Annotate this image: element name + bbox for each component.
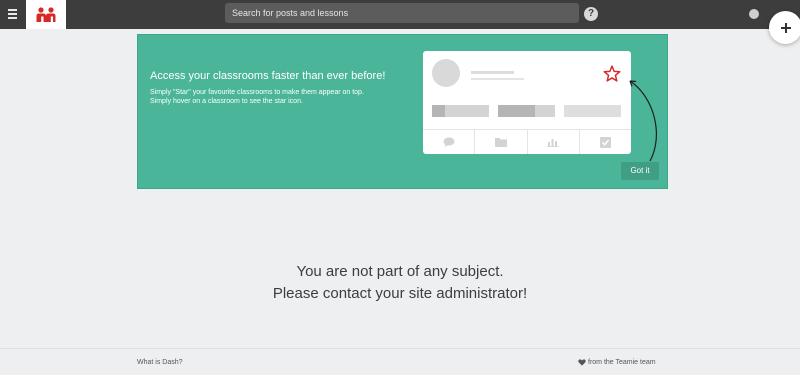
banner-description-line-2: Simply hover on a classroom to see the s… bbox=[150, 98, 303, 105]
chart-icon bbox=[528, 130, 580, 154]
placeholder-line bbox=[471, 71, 514, 74]
help-icon[interactable]: ? bbox=[584, 7, 598, 21]
star-classrooms-banner: Access your classrooms faster than ever … bbox=[137, 34, 668, 189]
card-icon-row bbox=[423, 130, 631, 154]
what-is-dash-link[interactable]: What is Dash? bbox=[137, 359, 183, 366]
message-line-2: Please contact your site administrator! bbox=[272, 285, 528, 302]
teamie-logo[interactable] bbox=[26, 0, 66, 29]
progress-placeholder bbox=[432, 105, 489, 117]
banner-title: Access your classrooms faster than ever … bbox=[150, 70, 386, 82]
no-subject-message: You are not part of any subject. Please … bbox=[0, 261, 800, 305]
top-bar: Search for posts and lessons ? bbox=[0, 0, 800, 29]
banner-description-line-1: Simply "Star" your favourite classrooms … bbox=[150, 89, 364, 96]
footer: What is Dash? from the Teamie team bbox=[0, 348, 800, 375]
avatar-placeholder bbox=[432, 59, 460, 87]
got-it-button[interactable]: Got it bbox=[621, 162, 659, 180]
globe-icon[interactable] bbox=[749, 9, 759, 19]
star-icon bbox=[603, 65, 621, 82]
placeholder-line bbox=[471, 78, 524, 80]
heart-icon bbox=[578, 359, 586, 366]
progress-placeholder bbox=[498, 105, 555, 117]
menu-icon[interactable] bbox=[3, 5, 21, 23]
footer-credit-text: from the Teamie team bbox=[588, 359, 656, 366]
progress-placeholder bbox=[564, 105, 621, 117]
search-input[interactable]: Search for posts and lessons bbox=[225, 3, 579, 23]
comment-icon bbox=[423, 130, 476, 154]
arrow-illustration bbox=[629, 80, 657, 162]
message-line-1: You are not part of any subject. bbox=[296, 263, 504, 280]
footer-credit: from the Teamie team bbox=[578, 359, 656, 366]
folder-icon bbox=[475, 130, 528, 154]
classroom-card-illustration bbox=[423, 51, 631, 154]
plus-icon[interactable] bbox=[769, 11, 800, 44]
